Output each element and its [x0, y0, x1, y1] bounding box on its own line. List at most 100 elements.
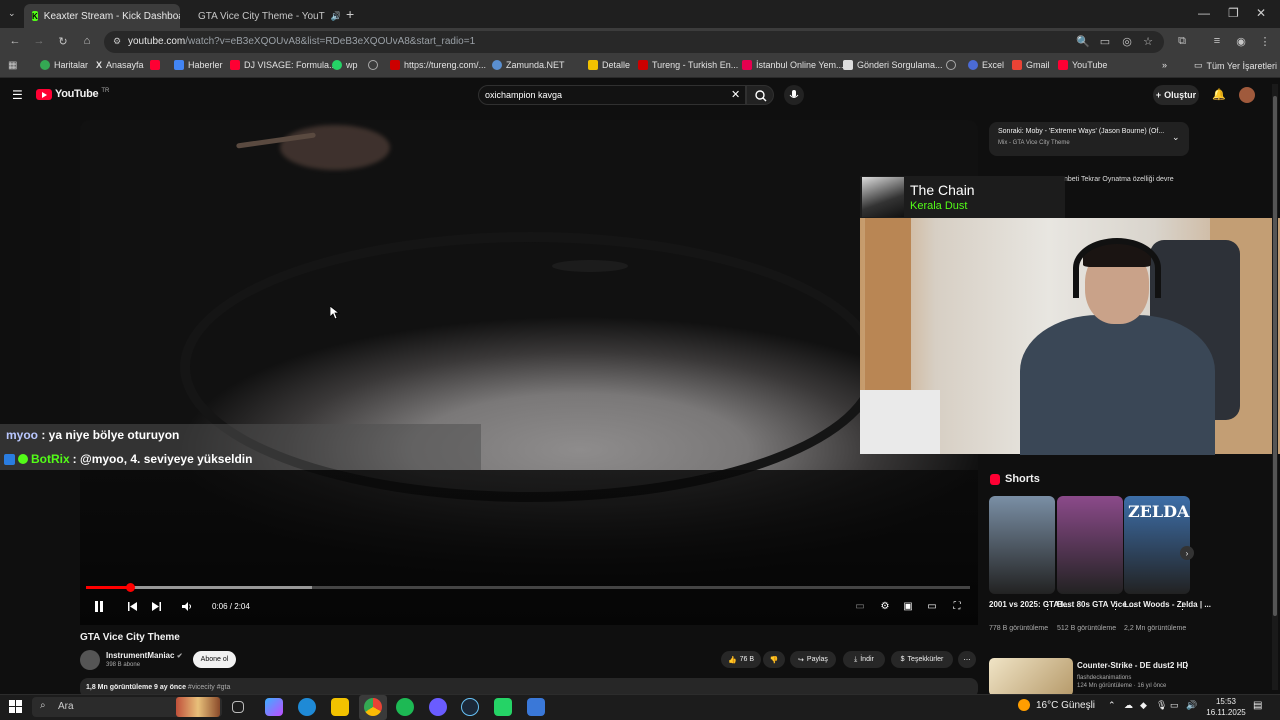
reload-icon[interactable]: ↻ — [56, 34, 70, 48]
download-button[interactable]: ⤓ İndir — [843, 651, 885, 668]
bookmark-item[interactable]: https://tureng.com/... — [390, 60, 486, 70]
new-tab-button[interactable]: + — [346, 6, 354, 22]
previous-button[interactable] — [125, 599, 139, 613]
related-video-title[interactable]: Counter-Strike - DE dust2 HD — [1077, 661, 1188, 670]
weather-icon[interactable] — [1018, 699, 1030, 711]
restore-button[interactable]: ❐ — [1228, 6, 1239, 20]
bookmark-item[interactable] — [368, 60, 378, 70]
related-menu-icon[interactable]: ⋮ — [1182, 660, 1191, 671]
scrollbar-thumb[interactable] — [1273, 96, 1277, 616]
volume-button[interactable] — [180, 599, 194, 613]
all-bookmarks[interactable]: ▭ Tüm Yer İşaretleri — [1194, 60, 1277, 71]
bookmark-item[interactable]: Tureng - Turkish En... — [638, 60, 738, 70]
audio-playing-icon[interactable]: 🔊 — [331, 11, 340, 22]
hashtags[interactable]: #vicecity #gta — [188, 684, 230, 691]
back-icon[interactable]: ← — [8, 34, 22, 48]
bookmark-item[interactable]: Detalle — [588, 60, 630, 70]
kick-app-icon[interactable] — [527, 698, 545, 716]
like-button[interactable]: 👍 76 B — [721, 651, 761, 668]
menu-icon[interactable]: ⋮ — [1258, 34, 1272, 48]
url-text[interactable]: youtube.com/watch?v=eB3eXQOUvA8&list=RDe… — [128, 36, 475, 47]
onedrive-icon[interactable]: ☁ — [1124, 700, 1133, 711]
more-bookmarks-icon[interactable]: » — [1162, 60, 1167, 70]
volume-icon[interactable]: 🔊 — [1186, 700, 1197, 711]
tab-kick-dashboard[interactable]: K Kеaxter Stream - Kick Dashboar ✕ — [24, 4, 180, 28]
home-icon[interactable]: ⌂ — [80, 34, 94, 48]
thanks-button[interactable]: $ Teşekkürler — [891, 651, 953, 668]
related-video-channel[interactable]: flashdeckanimations — [1077, 675, 1131, 681]
bookmark-item[interactable]: Haritalar — [40, 60, 88, 70]
short-menu-icon[interactable]: ⋮ — [1111, 601, 1120, 612]
miniplayer-icon[interactable]: ▣ — [901, 599, 915, 613]
voice-search-button[interactable] — [784, 85, 804, 105]
channel-avatar[interactable] — [80, 650, 100, 670]
forward-icon[interactable]: → — [32, 34, 46, 48]
chevron-down-icon[interactable]: ⌄ — [1172, 132, 1180, 143]
whatsapp-icon[interactable] — [494, 698, 512, 716]
create-button[interactable]: + Oluştur — [1153, 85, 1199, 105]
next-button[interactable] — [149, 599, 163, 613]
search-value[interactable]: oxichampion kavga — [485, 90, 562, 100]
extensions-icon[interactable]: ⧉ — [1175, 34, 1189, 48]
short-menu-icon[interactable]: ⋮ — [1178, 601, 1187, 612]
spotify-icon[interactable] — [396, 698, 414, 716]
reading-list-icon[interactable]: ≡ — [1210, 34, 1224, 48]
fullscreen-icon[interactable]: ⛶ — [950, 599, 964, 613]
clear-search-icon[interactable]: ✕ — [731, 88, 740, 101]
related-video-thumbnail[interactable] — [989, 658, 1073, 696]
minimize-button[interactable]: — — [1198, 6, 1210, 20]
bookmark-item[interactable] — [946, 60, 956, 70]
obs-icon[interactable] — [429, 698, 447, 716]
dislike-button[interactable]: 👎 — [763, 651, 785, 668]
zoom-icon[interactable]: 🔍 — [1076, 34, 1090, 48]
chrome-icon[interactable] — [364, 698, 382, 716]
cast-icon[interactable]: ▭ — [1098, 34, 1112, 48]
tray-expand-icon[interactable]: ⌃ — [1108, 700, 1116, 711]
bookmark-item[interactable]: Excel — [968, 60, 1004, 70]
site-info-icon[interactable]: ⚙ — [110, 34, 124, 48]
bookmark-item[interactable]: Gönderi Sorgulama... — [843, 60, 943, 70]
close-window-button[interactable]: ✕ — [1256, 6, 1266, 20]
subscribe-button[interactable]: Abone ol — [193, 651, 236, 668]
bookmark-item[interactable]: Gmail — [1012, 60, 1050, 70]
bookmark-item[interactable]: YouTube — [1058, 60, 1107, 70]
hamburger-menu-icon[interactable]: ☰ — [12, 88, 23, 102]
apps-icon[interactable]: ▦ — [8, 60, 17, 71]
mic-icon[interactable]: 🎙 — [1156, 700, 1167, 711]
bookmark-item[interactable]: wp — [332, 60, 358, 70]
channel-name[interactable]: InstrumentManiac ✔ — [106, 651, 183, 660]
tray-app-icon[interactable]: ◆ — [1140, 700, 1147, 711]
search-button[interactable] — [746, 85, 774, 105]
notifications-bell-icon[interactable]: 🔔 — [1212, 88, 1226, 101]
tab-list-icon[interactable]: ⌄ — [8, 8, 16, 19]
theater-mode-icon[interactable]: ▭ — [925, 599, 939, 613]
settings-gear-icon[interactable]: ⚙ — [878, 599, 892, 613]
file-explorer-icon[interactable] — [331, 698, 349, 716]
edge-icon[interactable] — [298, 698, 316, 716]
task-view-icon[interactable] — [232, 701, 244, 713]
taskbar-clock[interactable]: 15:53 16.11.2025 — [1204, 696, 1248, 718]
youtube-logo[interactable]: YouTube TR — [36, 88, 109, 100]
network-icon[interactable]: ▭ — [1170, 700, 1179, 711]
subtitles-icon[interactable]: ▭ — [853, 599, 867, 613]
bookmark-item[interactable]: DJ VISAGE: Formula... — [230, 60, 337, 70]
tab-youtube[interactable]: GTA Vice City Theme - YouT 🔊 ✕ — [184, 4, 340, 28]
bookmark-item[interactable]: Zamunda.NET — [492, 60, 565, 70]
bookmark-item[interactable] — [150, 60, 160, 70]
weather-text[interactable]: 16°C Güneşli — [1036, 700, 1095, 711]
start-button[interactable] — [9, 700, 22, 713]
short-thumbnail[interactable] — [1057, 496, 1123, 594]
short-thumbnail[interactable] — [989, 496, 1055, 594]
more-actions-button[interactable]: ⋯ — [958, 651, 976, 668]
bookmark-star-icon[interactable]: ☆ — [1141, 34, 1155, 48]
short-menu-icon[interactable]: ⋮ — [1043, 601, 1052, 612]
share-button[interactable]: ↪ Paylaş — [790, 651, 836, 668]
shorts-next-icon[interactable]: › — [1180, 546, 1194, 560]
steam-icon[interactable] — [461, 698, 479, 716]
pause-button[interactable] — [92, 599, 106, 613]
copilot-icon[interactable] — [265, 698, 283, 716]
tracking-icon[interactable]: ◎ — [1120, 34, 1134, 48]
bookmark-item[interactable]: Haberler — [174, 60, 223, 70]
short-title[interactable]: Lost Woods - Zelda | ... — [1124, 600, 1211, 609]
progress-scrubber[interactable] — [126, 583, 135, 592]
